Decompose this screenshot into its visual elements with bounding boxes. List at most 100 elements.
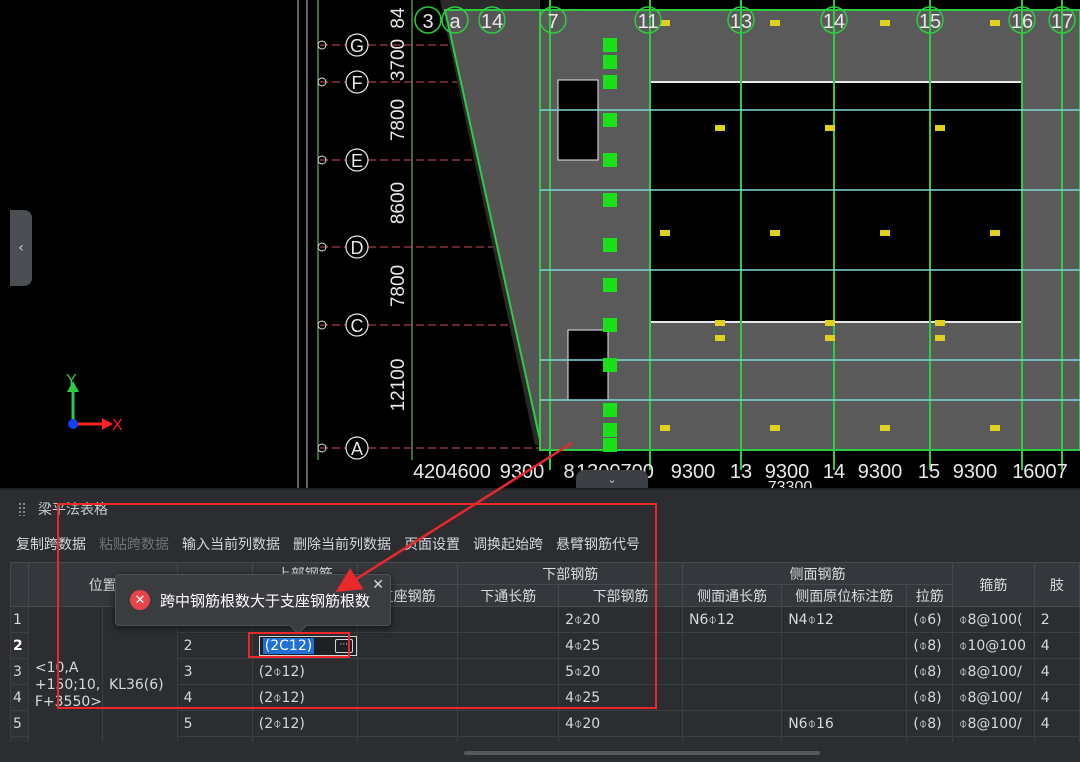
side-through-cell[interactable] <box>682 684 783 711</box>
side-mark-cell[interactable] <box>781 684 908 711</box>
horizontal-scrollbar[interactable] <box>464 751 820 755</box>
header-stirrup[interactable]: 箍筋 <box>952 562 1035 607</box>
tie-cell[interactable]: (⌽6) <box>906 736 954 742</box>
axis-row-label: E <box>351 151 363 171</box>
row-number[interactable]: 3 <box>10 658 29 685</box>
side-through-cell[interactable] <box>682 736 783 742</box>
stirrup-cell[interactable]: ⌽10@100 <box>952 632 1035 659</box>
header-tie[interactable]: 拉筋 <box>906 584 954 607</box>
column-marker <box>603 38 617 52</box>
stirrup-cell[interactable]: ⌽8@100( <box>952 736 1035 742</box>
axis-row-label: F <box>352 73 363 93</box>
span-cell[interactable]: 6 <box>176 736 253 742</box>
lower-bar-cell[interactable]: 4⌽20 <box>558 710 684 737</box>
lower-bar-cell[interactable]: 2⌽20 <box>558 736 684 742</box>
header-side-group[interactable]: 侧面钢筋 <box>682 562 954 585</box>
ucs-y-label: Y <box>66 372 77 389</box>
rebar-tag <box>715 320 725 326</box>
rebar-tag <box>825 125 835 131</box>
stirrup-cell[interactable]: ⌽8@100/ <box>952 684 1035 711</box>
rebar-tag <box>880 425 890 431</box>
side-mark-cell[interactable]: N4⌽12 <box>781 606 908 633</box>
rebar-tag <box>935 125 945 131</box>
row-spacing-label: 84 <box>388 7 409 29</box>
row-spacing-label: 3700 <box>388 39 409 81</box>
header-side-mark[interactable]: 侧面原位标注筋 <box>781 584 908 607</box>
column-marker <box>603 238 617 252</box>
bottom-dim-label: 9300 <box>953 461 998 483</box>
axis-col-label: 13 <box>730 11 752 33</box>
axis-col-label: 11 <box>638 11 659 33</box>
side-mark-cell[interactable] <box>781 658 908 685</box>
extra-cell[interactable]: 4 <box>1033 710 1080 737</box>
side-mark-cell[interactable] <box>781 632 908 659</box>
lower-through-cell[interactable] <box>457 710 560 737</box>
support-cell[interactable] <box>356 710 459 737</box>
tie-cell[interactable]: (⌽8) <box>906 710 954 737</box>
side-through-cell[interactable] <box>682 632 783 659</box>
header-rownum <box>10 562 29 607</box>
header-side-through[interactable]: 侧面通长筋 <box>682 584 783 607</box>
extra-cell[interactable]: 2 <box>1033 736 1080 742</box>
stair-opening <box>557 79 599 161</box>
rebar-tag <box>880 20 890 26</box>
row-number[interactable]: 6 <box>10 736 29 742</box>
row-number[interactable]: 1 <box>10 606 29 633</box>
stirrup-cell[interactable]: ⌽8@100/ <box>952 710 1035 737</box>
row-spacing-label: 7800 <box>388 265 409 307</box>
tie-cell[interactable]: (⌽8) <box>906 684 954 711</box>
side-panel-handle[interactable]: ‹ <box>10 210 32 286</box>
side-through-cell[interactable]: N6⌽12 <box>682 606 783 633</box>
rebar-tag <box>770 230 780 236</box>
rebar-tag <box>770 20 780 26</box>
chevron-left-icon: ‹ <box>18 240 24 256</box>
axis-col-label: 15 <box>919 11 941 33</box>
side-through-cell[interactable] <box>682 710 783 737</box>
tie-cell[interactable]: (⌽8) <box>906 632 954 659</box>
side-through-cell[interactable] <box>682 658 783 685</box>
rebar-tag <box>990 20 1000 26</box>
column-marker <box>603 423 617 437</box>
drag-grip-icon[interactable] <box>18 502 26 516</box>
cad-drawing[interactable]: GF E D C A 84 3700 7800 8600 7800 12100 3 a 14 7 11 13 14… <box>0 0 1080 488</box>
stirrup-cell[interactable]: ⌽8@100( <box>952 606 1035 633</box>
axis-col-label: 3 <box>422 11 433 33</box>
span-cell[interactable]: 5 <box>176 710 253 737</box>
row-spacing-label: 8600 <box>388 182 409 224</box>
row-number[interactable]: 5 <box>10 710 29 737</box>
rebar-tag <box>770 425 780 431</box>
column-marker <box>603 113 617 127</box>
support-cell[interactable]: 2⌽25 <box>356 736 459 742</box>
cad-viewport[interactable]: G F E D C A 84 3700 7800 8600 7800 12100 3 a 14 7 11 13 14… <box>0 0 1080 488</box>
header-extra[interactable]: 肢 <box>1033 562 1080 607</box>
stirrup-cell[interactable]: ⌽8@100/ <box>952 658 1035 685</box>
rebar-tag <box>935 335 945 341</box>
chevron-down-icon: ⌄ <box>607 472 617 486</box>
bottom-dim-label: 16007 <box>1012 461 1068 483</box>
extra-cell[interactable]: 2 <box>1033 606 1080 633</box>
column-marker <box>603 55 617 69</box>
bottom-dim-label: 9300 <box>858 461 903 483</box>
bottom-total-label: 73300 <box>768 479 813 488</box>
row-number[interactable]: 4 <box>10 684 29 711</box>
rebar-tag <box>935 320 945 326</box>
row-number[interactable]: 2 <box>10 632 29 659</box>
upper-cell[interactable]: (2⌽12) <box>251 736 358 742</box>
side-mark-cell[interactable]: N6⌽16 <box>781 710 908 737</box>
extra-cell[interactable]: 4 <box>1033 684 1080 711</box>
tie-cell[interactable]: (⌽8) <box>906 658 954 685</box>
row-spacing-label: 7800 <box>388 99 409 141</box>
panel-collapse-tab[interactable]: ⌄ <box>576 470 648 488</box>
rebar-tag <box>990 425 1000 431</box>
lower-through-cell[interactable] <box>457 736 560 742</box>
extra-cell[interactable]: 4 <box>1033 658 1080 685</box>
column-marker <box>603 358 617 372</box>
upper-cell[interactable]: (2⌽12) <box>251 710 358 737</box>
extra-cell[interactable]: 4 <box>1033 632 1080 659</box>
axis-row-label: C <box>351 316 364 336</box>
column-marker <box>603 403 617 417</box>
tie-cell[interactable]: (⌽6) <box>906 606 954 633</box>
side-mark-cell[interactable]: N4⌽12 <box>781 736 908 742</box>
column-marker <box>603 153 617 167</box>
annotation-box-table <box>57 503 657 709</box>
